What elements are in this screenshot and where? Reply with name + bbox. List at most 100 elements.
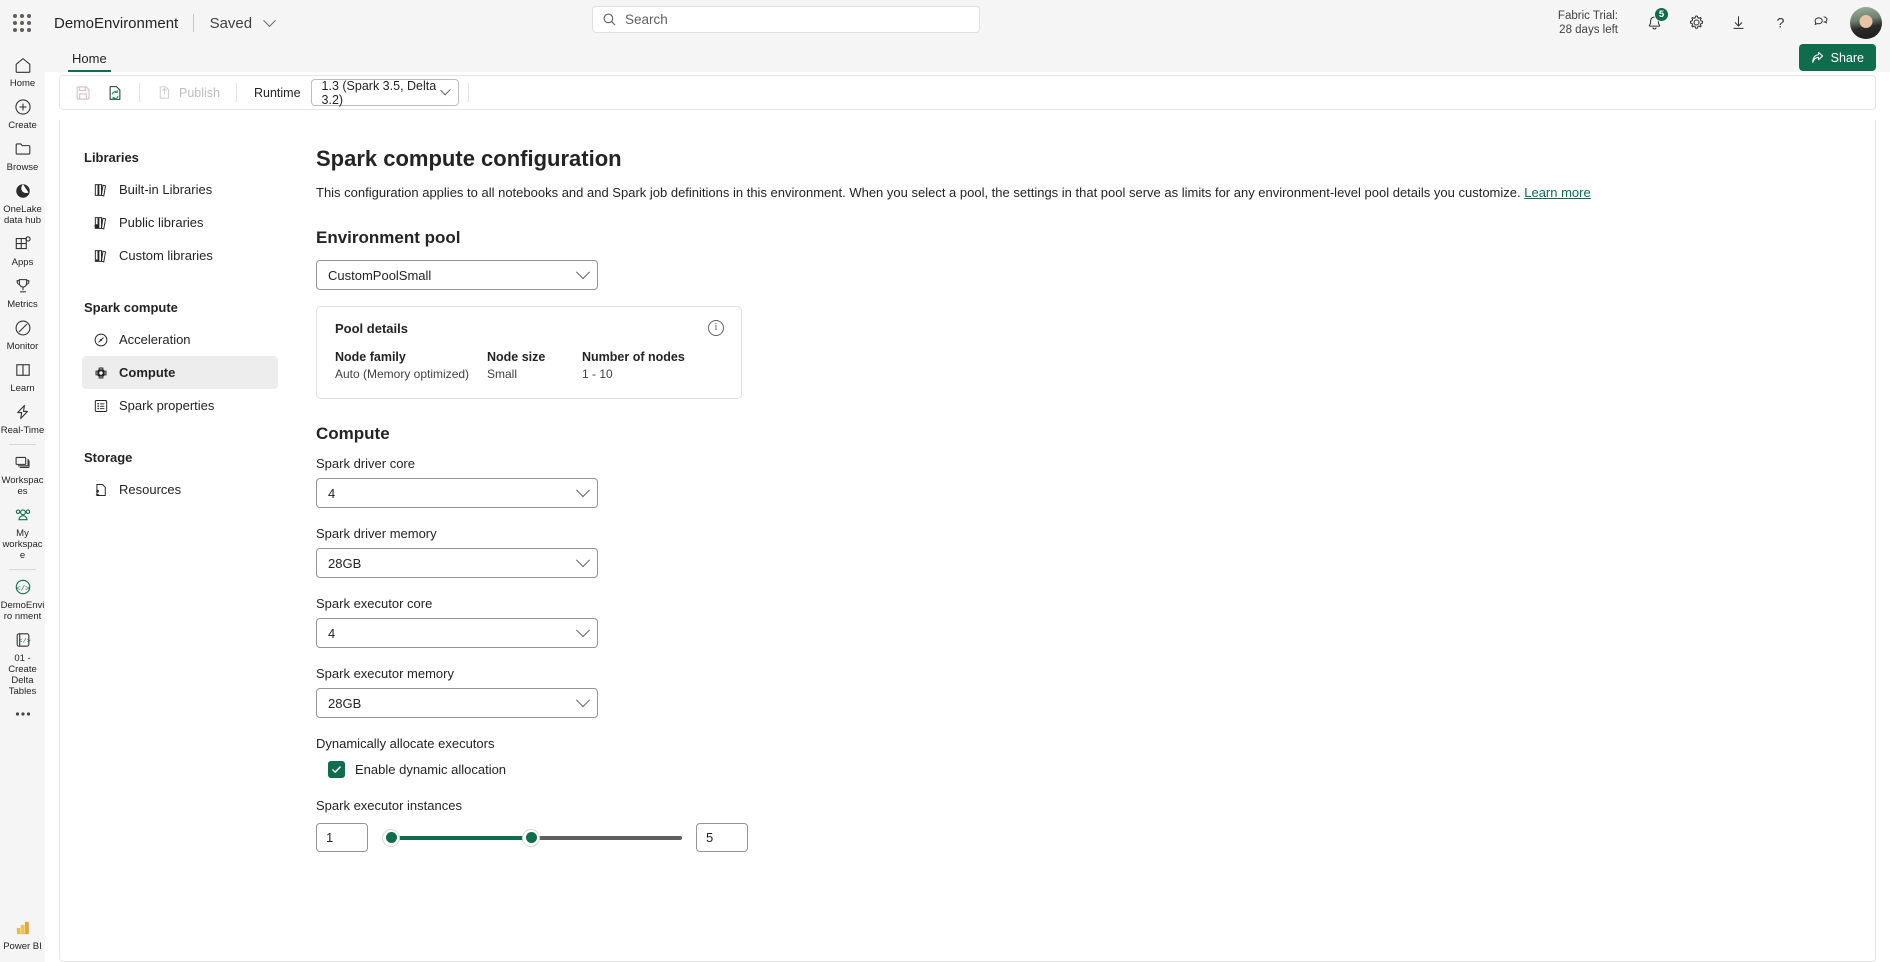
settings-nav: Libraries Built-in Libraries Public libr… — [60, 120, 278, 961]
rail-item-demoenvironment[interactable]: </> DemoEnviro nment — [0, 572, 45, 625]
svg-text:?: ? — [1776, 15, 1784, 31]
environment-pool-select[interactable]: CustomPoolSmall — [316, 260, 598, 290]
enable-dynamic-allocation-row[interactable]: Enable dynamic allocation — [328, 761, 1875, 778]
rail-item-onelake-data-hub[interactable]: OneLake data hub — [0, 176, 45, 229]
environment-code-icon: </> — [13, 576, 33, 598]
runtime-value: 1.3 (Spark 3.5, Delta 3.2) — [321, 78, 437, 107]
feedback-button[interactable] — [1802, 3, 1842, 43]
spark-driver-core-select[interactable]: 4 — [316, 478, 598, 508]
rail-item-01-create-delta-tables[interactable]: </> 01 - Create Delta Tables — [0, 625, 45, 700]
column-header: Node family — [335, 350, 406, 364]
rail-label: Apps — [11, 257, 34, 268]
rail-label: Metrics — [7, 299, 38, 310]
sidebar-item-label: Public libraries — [119, 215, 204, 230]
pool-details-card: Pool details i Node family Auto (Memory … — [316, 306, 742, 399]
feedback-chat-icon — [1813, 16, 1827, 26]
executor-instances-max-input[interactable]: 5 — [696, 823, 748, 852]
executor-instances-slider[interactable] — [382, 825, 682, 851]
list-icon — [92, 397, 109, 414]
top-bar: DemoEnvironment Saved Search Fabric Tria… — [0, 0, 1890, 45]
notebook-code-icon: </> — [13, 629, 33, 651]
gear-icon — [1689, 15, 1703, 29]
learn-more-link[interactable]: Learn more — [1524, 185, 1590, 200]
column-header: Node size — [487, 350, 546, 364]
content-panel: Libraries Built-in Libraries Public libr… — [59, 120, 1876, 962]
rail-more-button[interactable] — [12, 706, 34, 727]
settings-button[interactable] — [1676, 3, 1716, 43]
notifications-button[interactable]: 5 — [1634, 3, 1674, 43]
page-title: Spark compute configuration — [316, 146, 622, 171]
refresh-button[interactable] — [100, 79, 130, 107]
search-icon — [603, 13, 616, 26]
column-value: Auto (Memory optimized) — [335, 367, 470, 381]
share-button[interactable]: Share — [1798, 44, 1876, 71]
publish-button[interactable]: Publish — [149, 79, 227, 107]
publish-label: Publish — [179, 85, 220, 100]
rail-item-metrics[interactable]: Metrics — [0, 271, 45, 313]
sidebar-item-compute[interactable]: Compute — [82, 356, 278, 389]
download-icon — [1733, 16, 1743, 29]
sidebar-item-label: Resources — [119, 482, 182, 497]
info-icon[interactable]: i — [708, 320, 724, 336]
rail-item-learn[interactable]: Learn — [0, 355, 45, 397]
save-status-label: Saved — [209, 14, 253, 32]
rail-label: Workspaces — [1, 475, 44, 497]
rail-item-browse[interactable]: Browse — [0, 134, 45, 176]
download-button[interactable] — [1718, 3, 1758, 43]
rail-label: OneLake data hub — [3, 204, 42, 226]
trial-line-2: 28 days left — [1559, 23, 1618, 36]
executor-instances-min-input[interactable]: 1 — [316, 823, 368, 852]
rail-label: My workspace — [2, 528, 43, 561]
slider-thumb-min[interactable] — [382, 828, 400, 847]
rail-item-power-bi[interactable]: Power BI — [0, 913, 45, 962]
rail-item-home[interactable]: Home — [0, 50, 45, 92]
rail-item-create[interactable]: Create — [0, 92, 45, 134]
enable-dynamic-allocation-label: Enable dynamic allocation — [355, 762, 507, 777]
help-button[interactable]: ? — [1760, 3, 1800, 43]
save-button[interactable] — [68, 79, 98, 107]
rail-item-monitor[interactable]: Monitor — [0, 313, 45, 355]
dynamic-allocation-label: Dynamically allocate executors — [316, 736, 495, 751]
search-input[interactable]: Search — [592, 6, 980, 33]
app-launcher-button[interactable] — [0, 1, 44, 45]
spark-driver-memory-select[interactable]: 28GB — [316, 548, 598, 578]
sidebar-item-label: Custom libraries — [119, 248, 213, 263]
chevron-down-icon[interactable] — [263, 13, 277, 27]
sidebar-item-acceleration[interactable]: Acceleration — [82, 323, 278, 356]
onelake-icon — [13, 180, 33, 202]
svg-text:</>: </> — [18, 638, 30, 646]
top-bar-actions: Fabric Trial: 28 days left 5 ? — [1558, 0, 1882, 45]
spark-executor-core-select[interactable]: 4 — [316, 618, 598, 648]
save-icon — [76, 85, 90, 100]
trial-status: Fabric Trial: 28 days left — [1558, 9, 1618, 37]
runtime-version-select[interactable]: 1.3 (Spark 3.5, Delta 3.2) — [310, 78, 459, 107]
tab-home[interactable]: Home — [68, 51, 111, 72]
rail-item-workspaces[interactable]: Workspaces — [0, 447, 45, 500]
search-placeholder: Search — [625, 12, 668, 27]
chevron-down-icon — [575, 623, 591, 638]
rail-label: 01 - Create Delta Tables — [8, 653, 37, 697]
field-value: 4 — [328, 625, 336, 641]
publish-icon — [159, 86, 170, 99]
enable-dynamic-allocation-checkbox[interactable] — [328, 761, 345, 778]
sidebar-item-built-in-libraries[interactable]: Built-in Libraries — [82, 173, 278, 206]
avatar[interactable] — [1850, 6, 1882, 39]
rail-item-apps[interactable]: Apps — [0, 229, 45, 271]
sidebar-item-resources[interactable]: Resources — [82, 473, 278, 506]
apps-icon — [13, 233, 33, 255]
slider-thumb-max[interactable] — [522, 828, 540, 847]
spark-executor-memory-select[interactable]: 28GB — [316, 688, 598, 718]
rail-item-my-workspace[interactable]: My workspace — [0, 500, 45, 564]
rail-label: DemoEnviro nment — [0, 600, 45, 622]
sidebar-item-spark-properties[interactable]: Spark properties — [82, 389, 278, 422]
sidebar-item-public-libraries[interactable]: Public libraries — [82, 206, 278, 239]
question-mark-icon: ? — [1776, 15, 1784, 31]
rail-item-real-time[interactable]: Real-Time — [0, 397, 45, 439]
home-icon — [13, 54, 33, 76]
executor-instances-label: Spark executor instances — [316, 798, 462, 813]
app-title-group: DemoEnvironment Saved — [54, 13, 277, 32]
sidebar-item-label: Built-in Libraries — [119, 182, 213, 197]
environment-pool-heading: Environment pool — [316, 228, 461, 247]
field-dynamic-allocation: Dynamically allocate executors Enable dy… — [316, 736, 1875, 778]
sidebar-item-custom-libraries[interactable]: Custom libraries — [82, 239, 278, 272]
